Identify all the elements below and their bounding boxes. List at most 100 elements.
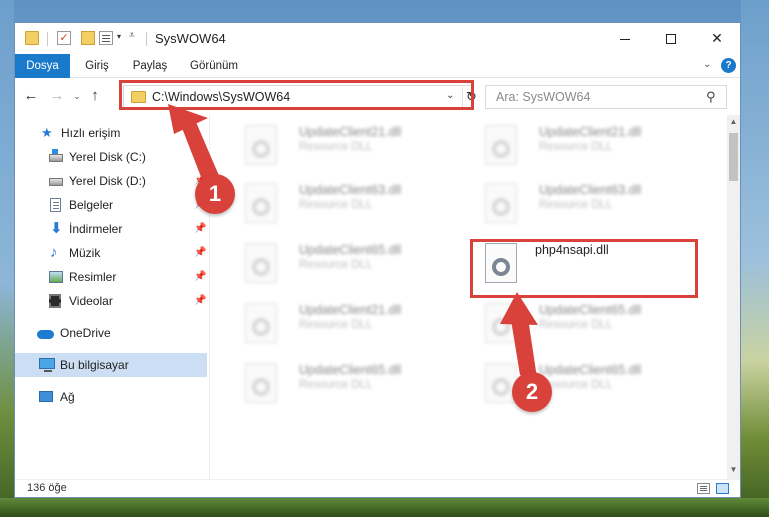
network-icon [39,391,53,402]
up-button[interactable]: ↑ [85,86,105,106]
sidebar-item-videos[interactable]: Videolar 📌 [15,289,207,313]
sidebar-item-label: Müzik [69,246,101,260]
sidebar-item-label: Belgeler [69,198,114,212]
drive-icon [49,178,63,186]
desktop-background-bottom [0,498,769,517]
sidebar-item-label: İndirmeler [69,222,123,236]
maximize-icon [666,34,676,45]
computer-icon [39,358,55,372]
file-item[interactable]: UpdateClient21.dll Resource DLL [231,119,451,171]
search-placeholder: Ara: SysWOW64 [496,90,591,104]
search-icon[interactable]: ⚲ [706,89,716,105]
address-highlight-box [119,80,474,110]
sidebar-item-music[interactable]: ♪ Müzik 📌 [15,241,207,265]
customize-toolbar-icon[interactable]: ⩡ [129,30,135,41]
pin-icon[interactable]: 📌 [194,145,206,169]
new-folder-icon[interactable] [81,31,95,45]
file-item[interactable]: UpdateClient63.dll Resource DLL [471,177,691,229]
file-type: Resource DLL [299,259,373,271]
sidebar-item-downloads[interactable]: ⬇ İndirmeler 📌 [15,217,207,241]
pin-icon[interactable]: 📌 [194,217,206,241]
file-name: UpdateClient65.dll [539,363,642,377]
back-button[interactable]: ← [21,86,41,106]
file-name: UpdateClient21.dll [539,125,642,139]
file-name: UpdateClient63.dll [539,183,642,197]
scroll-up-icon[interactable]: ▲ [727,115,740,129]
sidebar-item-onedrive[interactable]: OneDrive [15,321,207,345]
sidebar-item-local-disk-c[interactable]: Yerel Disk (C:) 📌 [15,145,207,169]
dll-file-icon [245,303,277,343]
recent-locations-button[interactable]: ⌄ [67,86,87,106]
status-bar: 136 öğe [15,479,740,497]
dll-file-icon [245,363,277,403]
file-type: Resource DLL [299,199,373,211]
sidebar-item-documents[interactable]: Belgeler 📌 [15,193,207,217]
pin-icon[interactable]: 📌 [194,241,206,265]
sidebar-item-quick-access[interactable]: ★ Hızlı erişim [15,121,207,145]
window-title: SysWOW64 [155,31,226,46]
file-name: UpdateClient65.dll [299,363,402,377]
file-item[interactable]: UpdateClient21.dll Resource DLL [231,297,451,349]
dll-file-icon [245,183,277,223]
large-icons-view-icon[interactable] [716,483,729,494]
details-view-icon[interactable] [697,483,710,494]
properties-icon[interactable] [99,31,113,45]
scroll-down-icon[interactable]: ▼ [727,463,740,477]
folder-icon [25,31,39,45]
maximize-button[interactable] [648,23,694,53]
file-type: Resource DLL [539,141,613,153]
sidebar-item-label: Ağ [60,390,75,404]
file-item[interactable]: UpdateClient65.dll Resource DLL [231,357,451,409]
minimize-button[interactable] [602,23,648,53]
help-button[interactable]: ? [721,58,736,73]
drive-icon [49,149,63,162]
chevron-down-icon[interactable]: ▾ [117,32,121,41]
sidebar-item-label: Hızlı erişim [61,126,121,140]
desktop-background-right [741,0,769,517]
tab-view[interactable]: Görünüm [185,54,243,78]
downloads-icon: ⬇ [50,220,63,237]
file-type: Resource DLL [299,379,373,391]
sidebar-item-label: Videolar [69,294,113,308]
dll-file-icon [245,125,277,165]
close-button[interactable]: ✕ [694,23,740,53]
sidebar-item-pictures[interactable]: Resimler 📌 [15,265,207,289]
ribbon-expand-icon[interactable]: ⌄ [703,59,711,70]
file-name: UpdateClient63.dll [299,183,402,197]
title-bar: ✓ ▾ ⩡ SysWOW64 ✕ [15,23,740,54]
file-item[interactable]: UpdateClient65.dll Resource DLL [471,297,691,349]
sidebar-item-label: Bu bilgisayar [60,358,129,372]
close-icon: ✕ [711,30,723,46]
desktop-background-left [0,0,14,517]
search-input[interactable]: Ara: SysWOW64 ⚲ [485,85,727,109]
sidebar-item-network[interactable]: Ağ [15,385,207,409]
file-name: UpdateClient65.dll [539,303,642,317]
pin-icon[interactable]: 📌 [194,265,206,289]
sidebar-item-local-disk-d[interactable]: Yerel Disk (D:) 📌 [15,169,207,193]
dll-file-icon [245,243,277,283]
file-type: Resource DLL [299,319,373,331]
tab-file[interactable]: Dosya [15,54,70,78]
dll-file-icon [485,183,517,223]
vertical-scrollbar[interactable]: ▲ ▼ [727,115,740,479]
title-separator [146,32,147,46]
pin-icon[interactable]: 📌 [194,289,206,313]
sidebar-item-label: OneDrive [60,326,111,340]
file-item[interactable]: UpdateClient65.dll Resource DLL [471,357,691,409]
tab-share[interactable]: Paylaş [125,54,175,78]
file-item[interactable]: UpdateClient21.dll Resource DLL [471,119,691,171]
properties-check-icon[interactable]: ✓ [57,31,71,45]
minimize-icon [620,38,630,40]
file-item[interactable]: UpdateClient63.dll Resource DLL [231,177,451,229]
videos-icon [49,294,61,308]
dll-file-icon [485,303,517,343]
sidebar-item-label: Resimler [69,270,117,284]
file-item[interactable]: UpdateClient65.dll Resource DLL [231,237,451,289]
forward-button[interactable]: → [47,86,67,106]
pictures-icon [49,271,63,283]
tab-home[interactable]: Giriş [77,54,117,78]
scrollbar-thumb[interactable] [729,133,738,181]
sidebar-item-label: Yerel Disk (C:) [69,150,146,164]
file-type: Resource DLL [299,141,373,153]
sidebar-item-this-pc[interactable]: Bu bilgisayar [15,353,207,377]
